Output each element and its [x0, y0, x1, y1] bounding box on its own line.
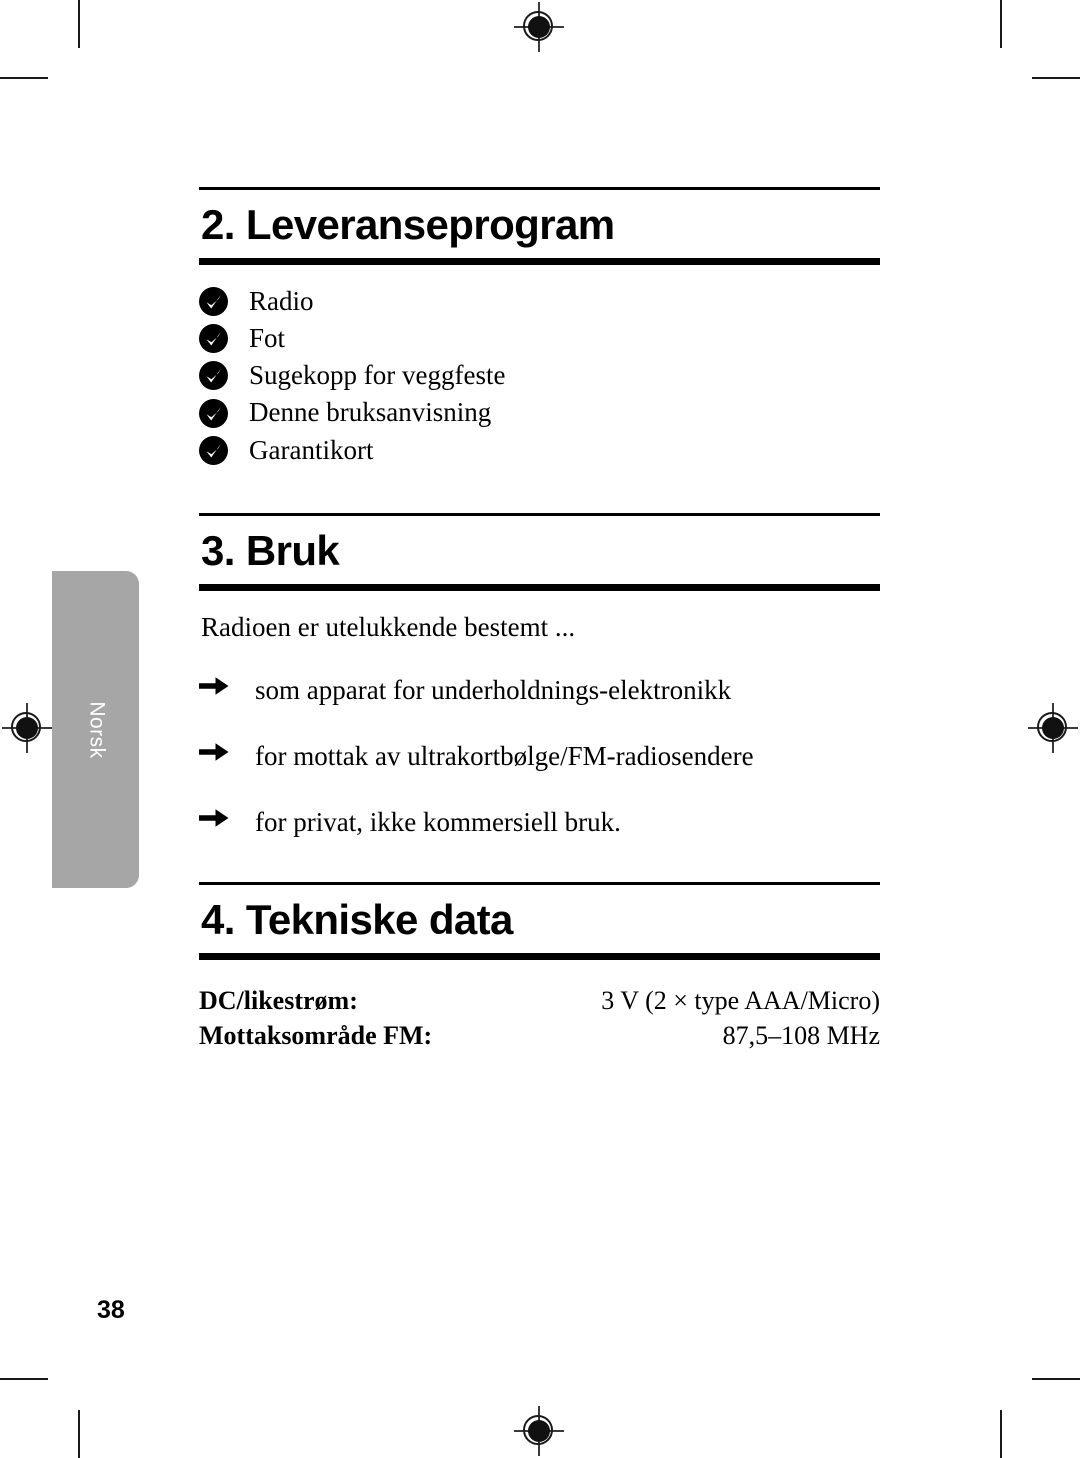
language-tab: Norsk	[52, 571, 139, 888]
delivery-items-list: Radio Fot Sugekopp for veggfeste Denne b…	[199, 265, 880, 465]
check-circle-icon	[199, 324, 228, 354]
table-row: DC/likestrøm: 3 V (2 × type AAA/Micro)	[199, 984, 880, 1019]
usage-items-list: som apparat for underholdnings-elektroni…	[199, 642, 880, 837]
crop-mark-bottom-left-vertical	[78, 1410, 80, 1458]
crop-mark-top-right-horizontal	[1032, 77, 1080, 79]
section-rule-bottom	[199, 583, 880, 591]
arrow-right-icon	[199, 675, 229, 697]
registration-mark-right	[1026, 701, 1080, 755]
list-item: Sugekopp for veggfeste	[199, 360, 880, 391]
crop-mark-bottom-right-vertical	[1000, 1410, 1002, 1458]
section-heading: 3. Bruk	[201, 526, 340, 574]
table-row: Mottaksområde FM: 87,5–108 MHz	[199, 1019, 880, 1054]
section-heading: 4. Tekniske data	[201, 895, 513, 943]
list-item: Radio	[199, 286, 880, 317]
list-item: for mottak av ultrakortbølge/FM-radiosen…	[199, 741, 880, 772]
technical-specs-table: DC/likestrøm: 3 V (2 × type AAA/Micro) M…	[199, 984, 880, 1054]
check-circle-icon	[199, 287, 228, 317]
spec-value: 3 V (2 × type AAA/Micro)	[601, 985, 880, 1015]
check-circle-icon	[199, 361, 228, 391]
section-rule-bottom	[199, 258, 880, 265]
crop-mark-top-left-horizontal	[0, 77, 48, 79]
arrow-right-icon	[199, 807, 229, 829]
crop-mark-top-left-vertical	[78, 0, 80, 48]
crop-mark-bottom-right-horizontal	[1032, 1378, 1080, 1380]
registration-mark-bottom	[512, 1404, 566, 1458]
spec-value: 87,5–108 MHz	[722, 1020, 880, 1050]
list-item-label: Denne bruksanvisning	[249, 397, 492, 428]
arrow-right-icon	[199, 741, 229, 763]
list-item-label: som apparat for underholdnings-elektroni…	[255, 675, 732, 706]
list-item-label: Sugekopp for veggfeste	[249, 360, 506, 391]
section-bruk: 3. Bruk Radioen er utelukkende bestemt .…	[199, 512, 880, 838]
list-item-label: Fot	[249, 323, 286, 354]
section-tekniske-data: 4. Tekniske data DC/likestrøm: 3 V (2 × …	[199, 881, 880, 1054]
registration-mark-left	[0, 701, 54, 755]
spec-label: Mottaksområde FM:	[199, 1020, 433, 1050]
check-circle-icon	[199, 435, 228, 465]
usage-intro-text: Radioen er utelukkende bestemt ...	[201, 611, 576, 642]
registration-dot	[16, 717, 38, 739]
check-circle-icon	[199, 398, 228, 428]
section-heading: 2. Leveranseprogram	[201, 201, 615, 248]
list-item-label: for mottak av ultrakortbølge/FM-radiosen…	[255, 741, 754, 772]
page-content: 2. Leveranseprogram Radio Fot Sugekopp f…	[199, 0, 880, 1054]
spec-label: DC/likestrøm:	[199, 985, 358, 1015]
list-item: som apparat for underholdnings-elektroni…	[199, 676, 880, 706]
list-item: Denne bruksanvisning	[199, 397, 880, 428]
list-item: Fot	[199, 323, 880, 354]
list-item: Garantikort	[199, 434, 880, 465]
crop-mark-top-right-vertical	[1000, 0, 1002, 48]
list-item-label: for privat, ikke kommersiell bruk.	[255, 806, 621, 837]
language-tab-label: Norsk	[85, 700, 109, 759]
page-number: 38	[97, 1296, 125, 1324]
registration-dot	[1042, 717, 1064, 739]
section-rule-bottom	[199, 952, 880, 960]
list-item-label: Garantikort	[249, 434, 374, 465]
list-item-label: Radio	[249, 286, 314, 316]
section-leveranseprogram: 2. Leveranseprogram Radio Fot Sugekopp f…	[199, 0, 880, 465]
crop-mark-bottom-left-horizontal	[0, 1378, 48, 1380]
list-item: for privat, ikke kommersiell bruk.	[199, 806, 880, 838]
registration-dot	[528, 1420, 550, 1442]
